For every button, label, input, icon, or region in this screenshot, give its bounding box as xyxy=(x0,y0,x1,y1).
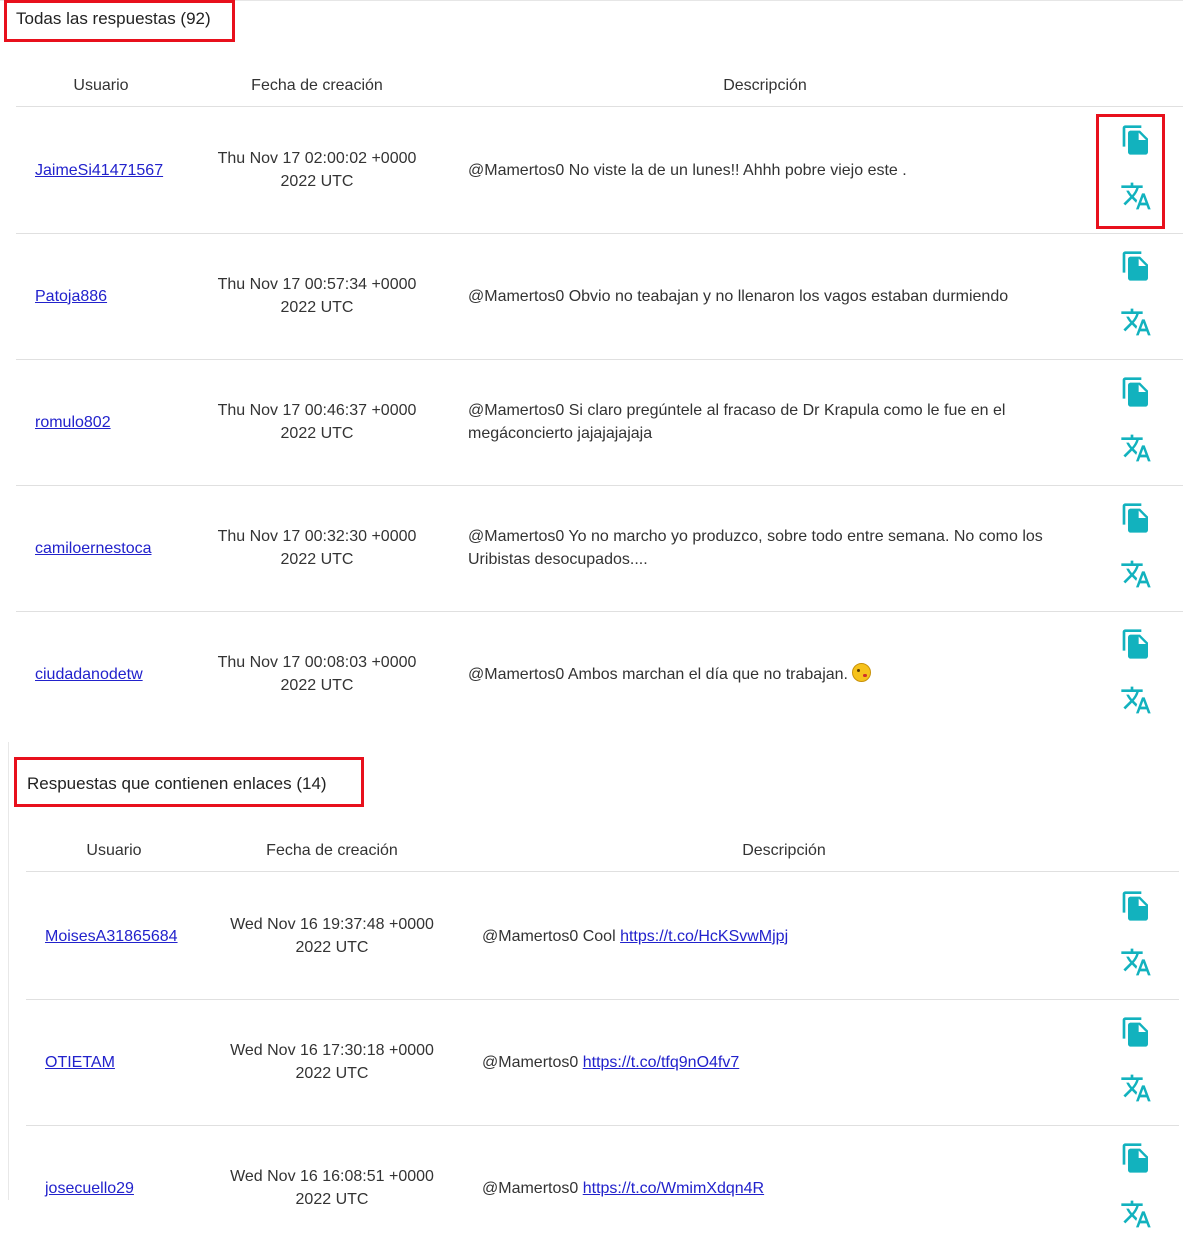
table-header: Usuario Fecha de creación Descripción xyxy=(16,66,1183,107)
table-row: Patoja886 Thu Nov 17 00:57:34 +0000 2022 … xyxy=(16,233,1183,360)
username-link[interactable]: JaimeSi41471567 xyxy=(35,159,163,182)
description-text: @Mamertos0 Ambos marchan el día que no t… xyxy=(468,665,848,683)
column-header-user: Usuario xyxy=(73,77,129,94)
description-cell: @Mamertos0 Cool https://t.co/HcKSvwMjpj xyxy=(482,873,1092,999)
table-row: OTIETAM Wed Nov 16 17:30:18 +0000 2022 UT… xyxy=(26,999,1179,1126)
copy-icon[interactable] xyxy=(1120,628,1152,660)
date-cell: Wed Nov 16 19:37:48 +0000 2022 UTC xyxy=(230,916,434,956)
user-cell: Patoja886 xyxy=(35,233,205,359)
description-content: @Mamertos0 https://t.co/tfq9nO4fv7 xyxy=(482,1051,739,1074)
description-text: @Mamertos0 Cool xyxy=(482,927,616,945)
date-cell: Thu Nov 17 00:46:37 +0000 2022 UTC xyxy=(217,402,417,442)
user-cell: OTIETAM xyxy=(45,999,215,1125)
username-link[interactable]: ciudadanodetw xyxy=(35,663,143,686)
description-text: @Mamertos0 Yo no marcho yo produzco, sob… xyxy=(468,528,1043,568)
description-cell: @Mamertos0 Obvio no teabajan y no llenar… xyxy=(468,233,1076,359)
copy-icon[interactable] xyxy=(1120,1142,1152,1174)
reply-link[interactable]: https://t.co/tfq9nO4fv7 xyxy=(583,1054,740,1071)
description-cell: @Mamertos0 Ambos marchan el día que no t… xyxy=(468,611,1076,737)
row-actions xyxy=(1116,999,1156,1125)
date-cell: Wed Nov 16 16:08:51 +0000 2022 UTC xyxy=(230,1168,434,1208)
column-header-date: Fecha de creación xyxy=(251,77,383,94)
translate-icon[interactable] xyxy=(1120,432,1152,464)
username-link[interactable]: camiloernestoca xyxy=(35,537,152,560)
description-text: @Mamertos0 Si claro pregúntele al fracas… xyxy=(468,402,1006,442)
description-cell: @Mamertos0 Si claro pregúntele al fracas… xyxy=(468,359,1076,485)
description-cell: @Mamertos0 No viste la de un lunes!! Ahh… xyxy=(468,107,1076,233)
description-content: @Mamertos0 Ambos marchan el día que no t… xyxy=(468,662,871,686)
actions-highlight-box xyxy=(1096,114,1165,229)
row-actions xyxy=(1116,359,1156,485)
date-cell: Thu Nov 17 02:00:02 +0000 2022 UTC xyxy=(217,150,417,190)
table-row: josecuello29 Wed Nov 16 16:08:51 +0000 20… xyxy=(26,1125,1179,1251)
row-actions xyxy=(1116,1125,1156,1251)
translate-icon[interactable] xyxy=(1120,558,1152,590)
table-row: romulo802 Thu Nov 17 00:46:37 +0000 2022 … xyxy=(16,359,1183,486)
table-header: Usuario Fecha de creación Descripción xyxy=(26,831,1179,872)
row-actions xyxy=(1116,233,1156,359)
copy-icon[interactable] xyxy=(1120,376,1152,408)
user-cell: ciudadanodetw xyxy=(35,611,205,737)
table-row: ciudadanodetw Thu Nov 17 00:08:03 +0000 2… xyxy=(16,611,1183,737)
description-content: @Mamertos0 No viste la de un lunes!! Ahh… xyxy=(468,159,907,182)
reply-link[interactable]: https://t.co/WmimXdqn4R xyxy=(583,1180,764,1197)
date-cell: Thu Nov 17 00:32:30 +0000 2022 UTC xyxy=(217,528,417,568)
row-actions xyxy=(1116,611,1156,737)
username-link[interactable]: Patoja886 xyxy=(35,285,107,308)
username-link[interactable]: romulo802 xyxy=(35,411,111,434)
copy-icon[interactable] xyxy=(1120,502,1152,534)
user-cell: camiloernestoca xyxy=(35,485,205,611)
section-title: Respuestas que contienen enlaces (14) xyxy=(27,774,327,793)
description-text: @Mamertos0 xyxy=(482,1179,579,1197)
description-cell: @Mamertos0 https://t.co/tfq9nO4fv7 xyxy=(482,999,1092,1125)
date-cell: Thu Nov 17 00:57:34 +0000 2022 UTC xyxy=(217,276,417,316)
copy-icon[interactable] xyxy=(1120,1016,1152,1048)
column-header-description: Descripción xyxy=(742,842,826,859)
description-content: @Mamertos0 https://t.co/WmimXdqn4R xyxy=(482,1177,764,1200)
reply-link[interactable]: https://t.co/HcKSvwMjpj xyxy=(620,928,788,945)
column-header-description: Descripción xyxy=(723,77,807,94)
table-row: JaimeSi41471567 Thu Nov 17 02:00:02 +0000… xyxy=(16,107,1183,234)
description-content: @Mamertos0 Cool https://t.co/HcKSvwMjpj xyxy=(482,925,788,948)
description-cell: @Mamertos0 https://t.co/WmimXdqn4R xyxy=(482,1125,1092,1251)
copy-icon[interactable] xyxy=(1120,890,1152,922)
user-cell: romulo802 xyxy=(35,359,205,485)
face-blowing-kiss-emoji xyxy=(852,662,871,682)
user-cell: JaimeSi41471567 xyxy=(35,107,205,233)
description-content: @Mamertos0 Si claro pregúntele al fracas… xyxy=(468,399,1076,445)
description-cell: @Mamertos0 Yo no marcho yo produzco, sob… xyxy=(468,485,1076,611)
table-row: MoisesA31865684 Wed Nov 16 19:37:48 +0000… xyxy=(26,873,1179,1000)
username-link[interactable]: OTIETAM xyxy=(45,1051,115,1074)
row-actions xyxy=(1116,873,1156,999)
username-link[interactable]: MoisesA31865684 xyxy=(45,925,178,948)
translate-icon[interactable] xyxy=(1120,1198,1152,1230)
description-text: @Mamertos0 xyxy=(482,1053,579,1071)
translate-icon[interactable] xyxy=(1120,306,1152,338)
description-text: @Mamertos0 Obvio no teabajan y no llenar… xyxy=(468,287,1009,305)
username-link[interactable]: josecuello29 xyxy=(45,1177,134,1200)
user-cell: MoisesA31865684 xyxy=(45,873,215,999)
copy-icon[interactable] xyxy=(1120,250,1152,282)
row-actions xyxy=(1116,485,1156,611)
translate-icon[interactable] xyxy=(1120,684,1152,716)
section-title: Todas las respuestas (92) xyxy=(16,9,211,28)
translate-icon[interactable] xyxy=(1120,1072,1152,1104)
column-header-user: Usuario xyxy=(86,842,142,859)
date-cell: Wed Nov 16 17:30:18 +0000 2022 UTC xyxy=(230,1042,434,1082)
description-text: @Mamertos0 No viste la de un lunes!! Ahh… xyxy=(468,161,907,179)
description-content: @Mamertos0 Yo no marcho yo produzco, sob… xyxy=(468,525,1076,571)
table-row: camiloernestoca Thu Nov 17 00:32:30 +0000… xyxy=(16,485,1183,612)
user-cell: josecuello29 xyxy=(45,1125,215,1251)
translate-icon[interactable] xyxy=(1120,946,1152,978)
column-header-date: Fecha de creación xyxy=(266,842,398,859)
section-border xyxy=(8,742,9,1200)
description-content: @Mamertos0 Obvio no teabajan y no llenar… xyxy=(468,285,1008,308)
date-cell: Thu Nov 17 00:08:03 +0000 2022 UTC xyxy=(217,654,417,694)
